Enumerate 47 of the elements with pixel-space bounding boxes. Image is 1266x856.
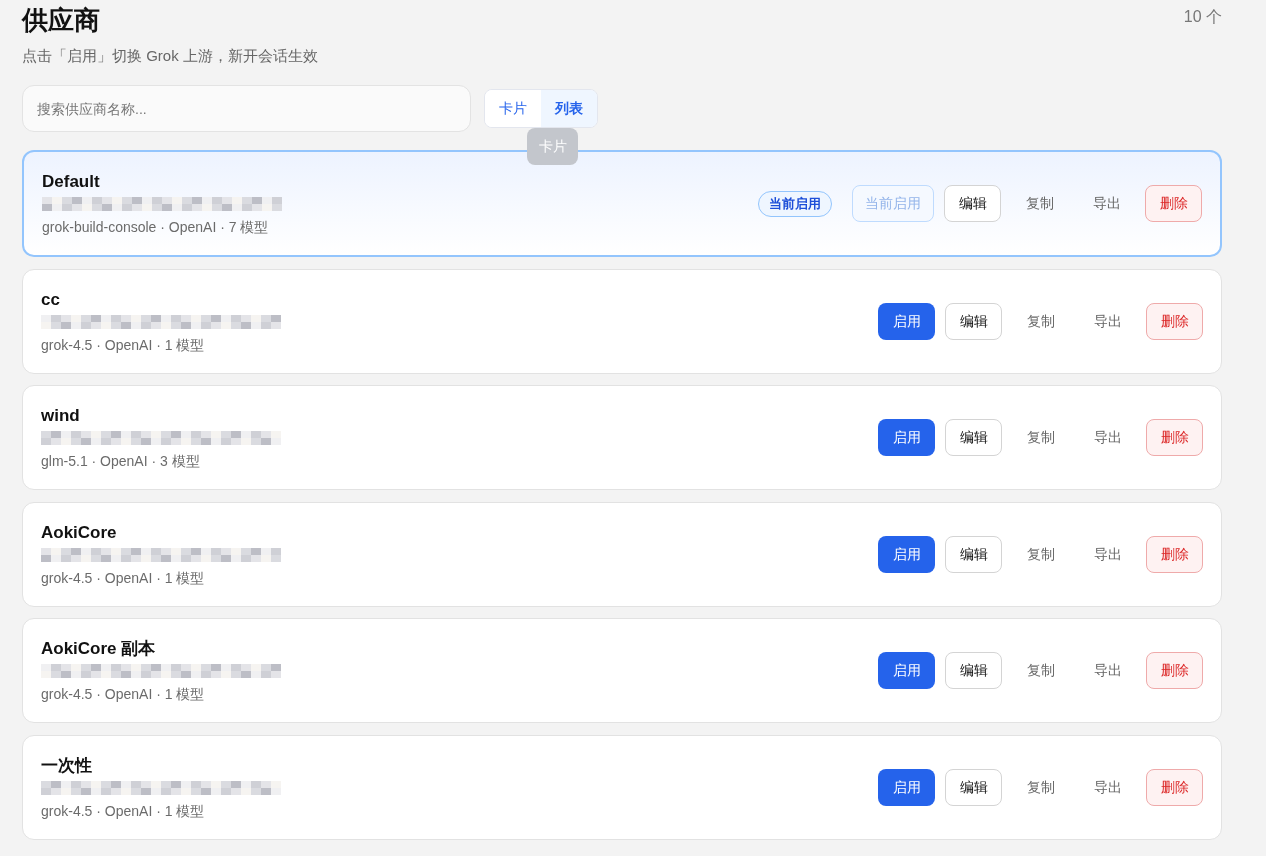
- edit-button[interactable]: 编辑: [944, 185, 1001, 222]
- search-field[interactable]: 搜索供应商名称...: [22, 85, 471, 132]
- provider-meta: grok-4.5 · OpenAI · 1 模型: [41, 685, 206, 704]
- provider-name: AokiCore: [41, 521, 118, 544]
- edit-button[interactable]: 编辑: [945, 768, 1002, 806]
- page-title: 供应商: [22, 4, 100, 36]
- edit-button[interactable]: 编辑: [945, 419, 1002, 456]
- provider-count: 10 个: [1183, 7, 1222, 27]
- enable-button[interactable]: 启用: [878, 302, 935, 340]
- edit-button[interactable]: 编辑: [945, 652, 1002, 689]
- text-button[interactable]: 复制: [1012, 302, 1069, 340]
- text-button[interactable]: 导出: [1079, 768, 1136, 806]
- page-subtitle: 点击「启用」切换 Grok 上游，新开会话生效: [22, 46, 319, 66]
- provider-meta: grok-4.5 · OpenAI · 1 模型: [41, 801, 206, 821]
- provider-name: cc: [41, 288, 61, 311]
- delete-button[interactable]: 删除: [1145, 185, 1202, 222]
- delete-button[interactable]: 删除: [1146, 768, 1203, 806]
- provider-name: Default: [42, 171, 101, 193]
- delete-button[interactable]: 删除: [1146, 535, 1203, 573]
- text-button[interactable]: 复制: [1012, 652, 1069, 689]
- edit-button[interactable]: 编辑: [945, 535, 1002, 573]
- provider-meta: grok-4.5 · OpenAI · 1 模型: [41, 568, 206, 588]
- provider-name: AokiCore 副本: [41, 638, 157, 660]
- text-button[interactable]: 导出: [1079, 652, 1136, 689]
- enable-button[interactable]: 启用: [878, 652, 935, 689]
- enable-button[interactable]: 启用: [878, 419, 935, 456]
- view-tab[interactable]: 列表: [541, 90, 597, 127]
- provider-meta: grok-build-console · OpenAI · 7 模型: [42, 218, 270, 237]
- enable-button[interactable]: 启用: [878, 535, 935, 573]
- provider-meta: glm-5.1 · OpenAI · 3 模型: [41, 452, 201, 471]
- text-button[interactable]: 复制: [1011, 185, 1068, 222]
- text-button[interactable]: 复制: [1012, 419, 1069, 456]
- text-button[interactable]: 复制: [1012, 768, 1069, 806]
- delete-button[interactable]: 删除: [1146, 652, 1203, 689]
- text-button[interactable]: 导出: [1079, 419, 1136, 456]
- text-button[interactable]: 导出: [1079, 535, 1136, 573]
- delete-button[interactable]: 删除: [1146, 302, 1203, 340]
- text-button[interactable]: 导出: [1079, 302, 1136, 340]
- text-button[interactable]: 导出: [1078, 185, 1135, 222]
- provider-name: 一次性: [41, 754, 93, 777]
- status-badge: 当前启用: [758, 190, 832, 217]
- text-button[interactable]: 复制: [1012, 535, 1069, 573]
- provider-name: wind: [41, 405, 81, 427]
- enable-button[interactable]: 启用: [878, 768, 935, 806]
- edit-button[interactable]: 编辑: [945, 302, 1002, 340]
- delete-button[interactable]: 删除: [1146, 419, 1203, 456]
- provider-meta: grok-4.5 · OpenAI · 1 模型: [41, 335, 206, 355]
